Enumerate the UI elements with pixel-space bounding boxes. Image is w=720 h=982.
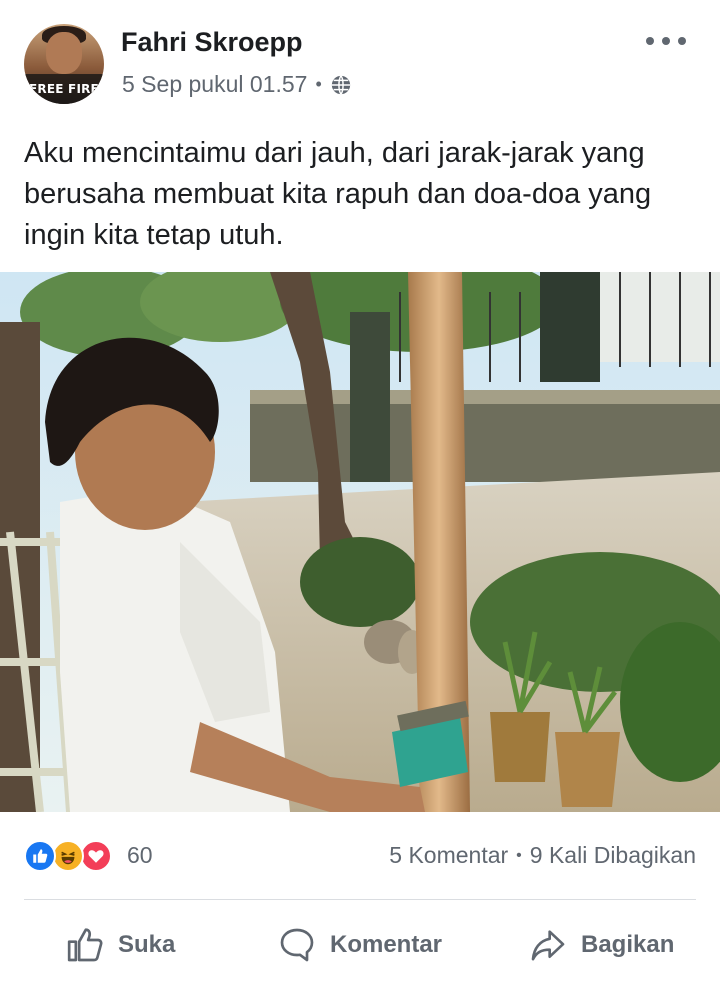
- reactions-bar: 60 5 Komentar • 9 Kali Dibagikan: [0, 830, 720, 886]
- photo-scene: [0, 272, 720, 812]
- more-horizontal-icon: [646, 37, 654, 45]
- author-name[interactable]: Fahri Skroepp: [121, 27, 303, 58]
- more-options-button[interactable]: [646, 34, 686, 48]
- reaction-icons[interactable]: [24, 840, 112, 872]
- post-timestamp[interactable]: 5 Sep pukul 01.57: [122, 71, 307, 98]
- share-button[interactable]: Bagikan: [527, 922, 674, 968]
- share-arrow-icon: [531, 930, 565, 961]
- like-reaction-icon: [24, 840, 56, 872]
- reaction-count[interactable]: 60: [127, 842, 153, 869]
- thumbs-up-icon: [67, 928, 103, 962]
- like-button-label: Suka: [118, 931, 176, 958]
- comment-bubble-icon: [280, 928, 314, 962]
- engagement-separator: •: [516, 846, 522, 864]
- post-text: Aku mencintaimu dari jauh, dari jarak-ja…: [24, 137, 652, 251]
- globe-icon: [331, 74, 350, 95]
- avatar-face: [46, 32, 82, 74]
- action-divider: [24, 899, 696, 900]
- love-reaction-icon: [80, 840, 112, 872]
- share-count-link[interactable]: 9 Kali Dibagikan: [530, 842, 696, 869]
- share-button-label: Bagikan: [581, 931, 675, 958]
- post-meta: 5 Sep pukul 01.57 •: [122, 71, 352, 98]
- post-photo[interactable]: [0, 272, 720, 812]
- post-header: FREE FIRE Fahri Skroepp 5 Sep pukul 01.5…: [0, 0, 720, 120]
- more-horizontal-icon: [662, 37, 670, 45]
- haha-reaction-icon: [52, 840, 84, 872]
- author-avatar[interactable]: FREE FIRE: [24, 24, 104, 104]
- comment-button-label: Komentar: [330, 931, 443, 958]
- comment-count-link[interactable]: 5 Komentar: [389, 842, 508, 869]
- avatar-badge-text: FREE FIRE: [24, 74, 104, 104]
- engagement-summary: 5 Komentar • 9 Kali Dibagikan: [389, 842, 696, 869]
- meta-separator: •: [315, 74, 322, 94]
- more-horizontal-icon: [678, 37, 686, 45]
- action-bar: Suka Komentar Bagikan: [0, 912, 720, 978]
- like-button[interactable]: Suka: [64, 922, 175, 968]
- comment-button[interactable]: Komentar: [276, 922, 442, 968]
